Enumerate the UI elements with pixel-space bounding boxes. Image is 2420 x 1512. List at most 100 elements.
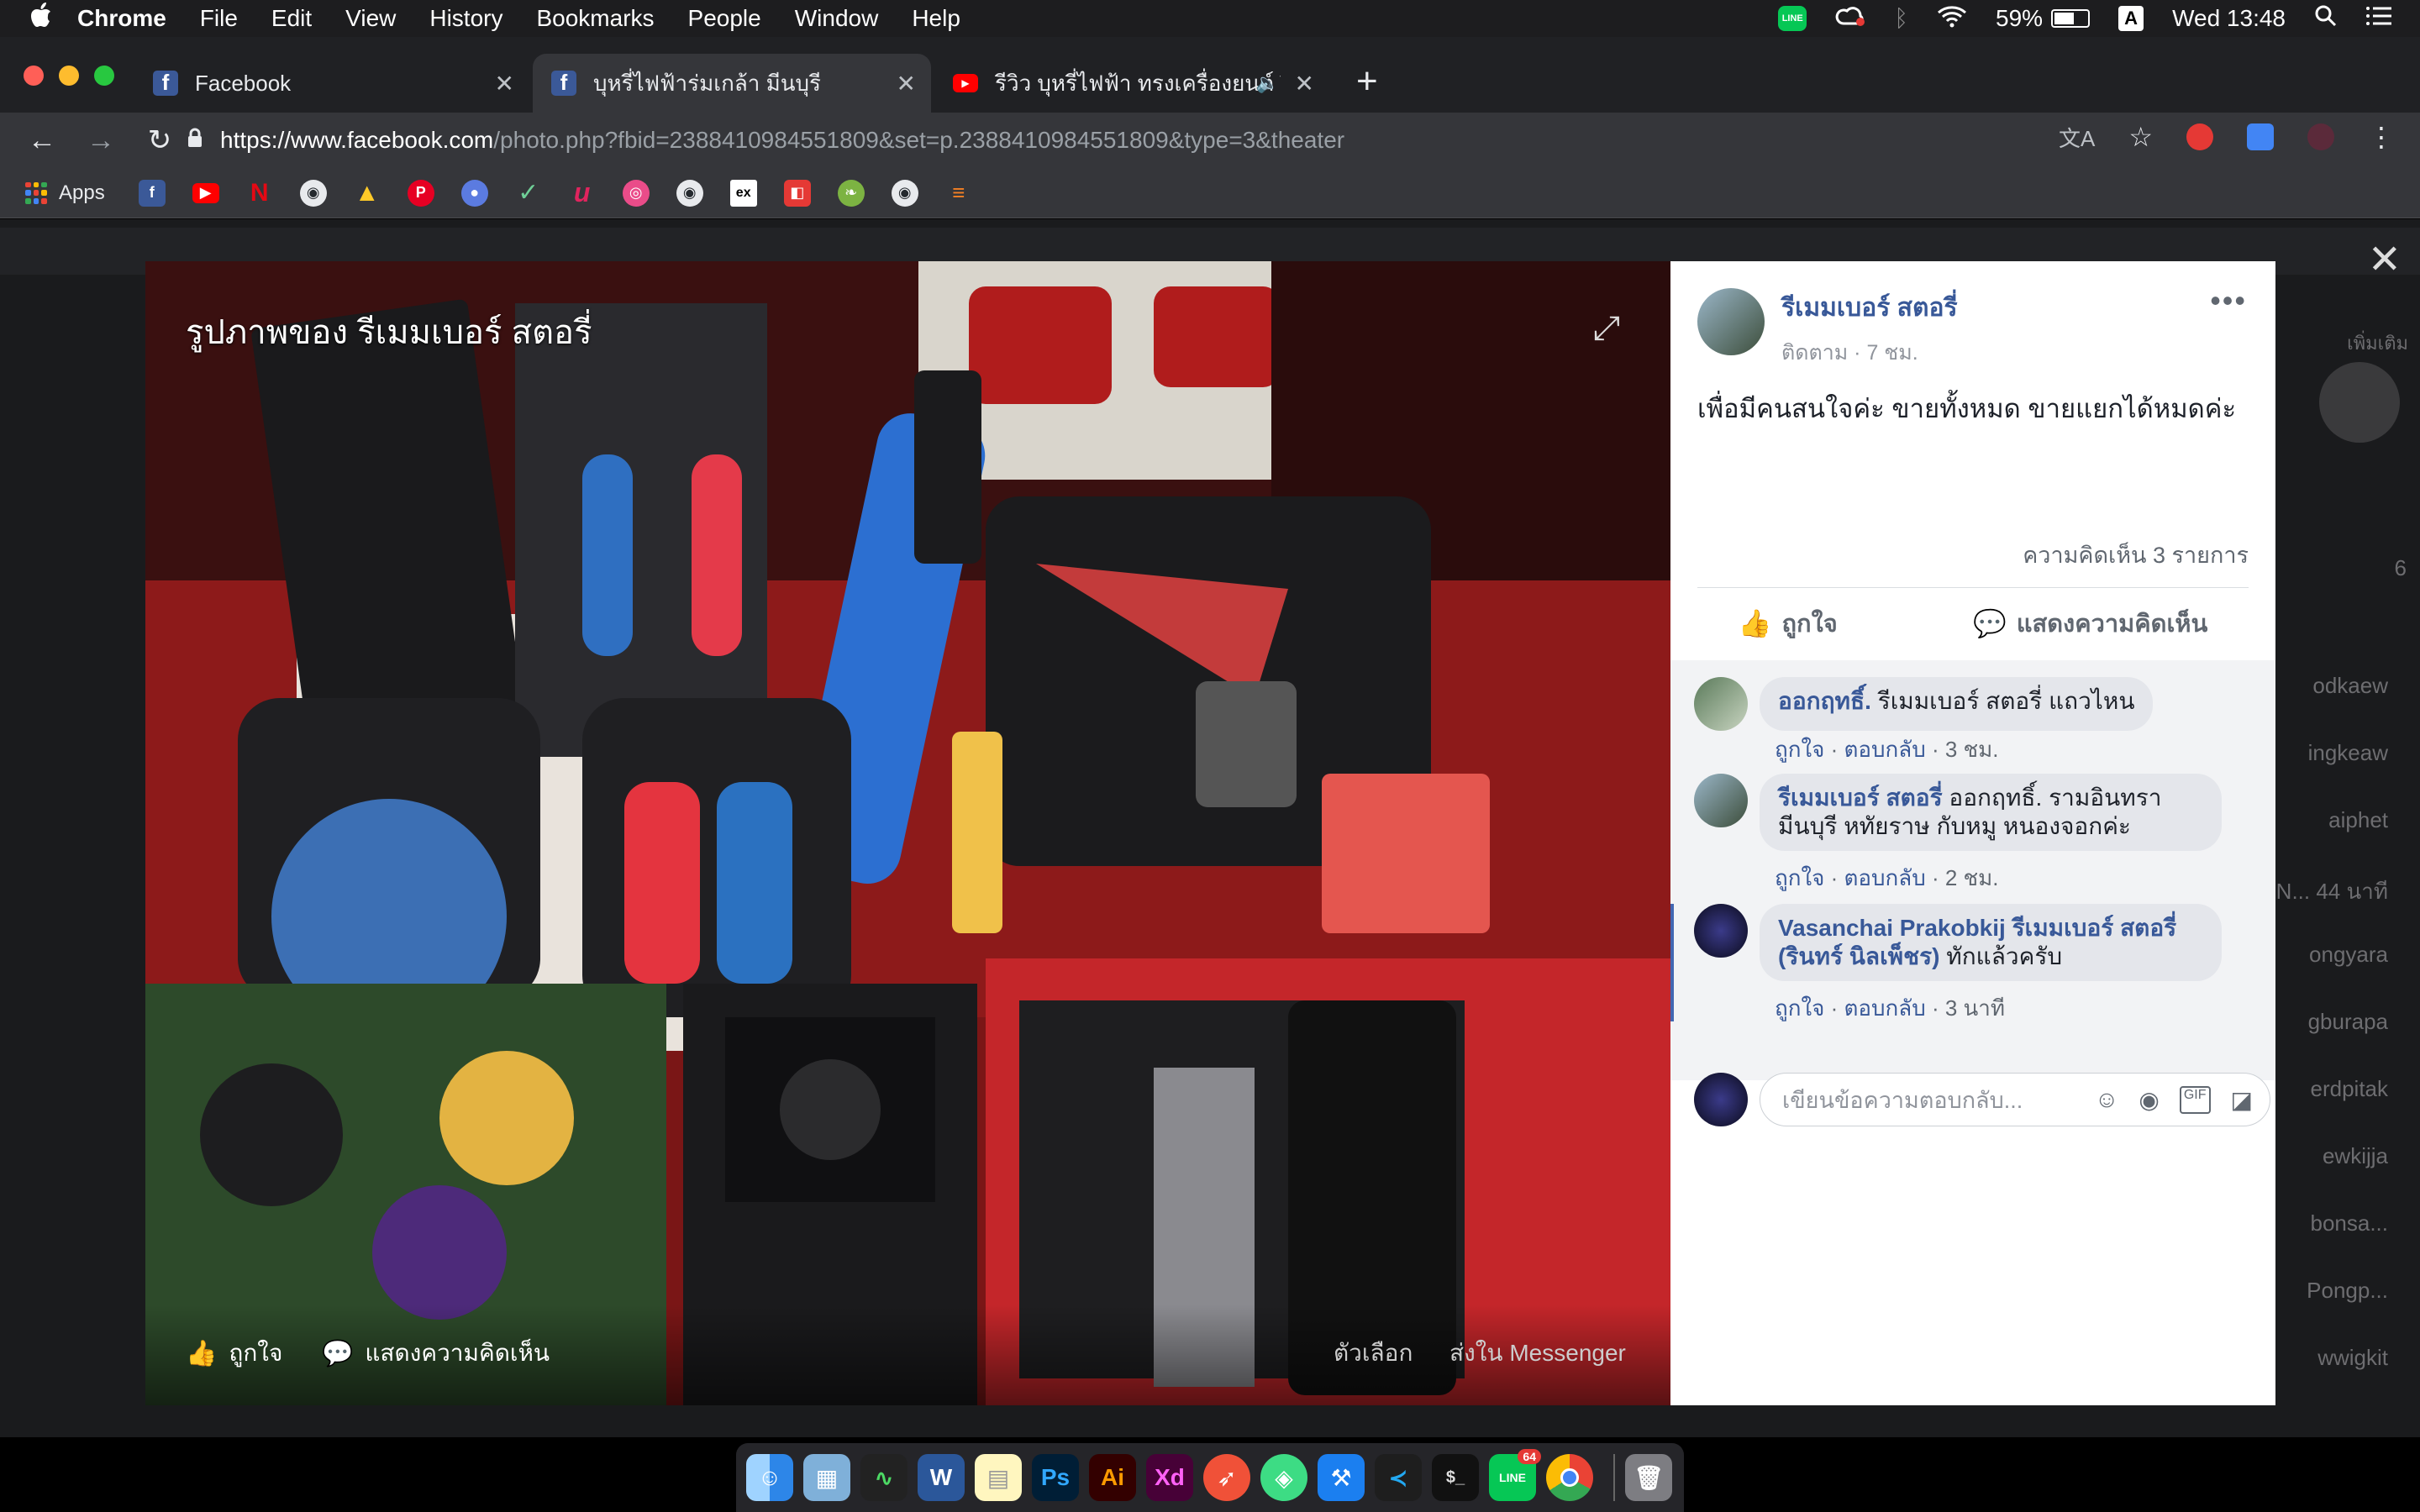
- comment-mention-tag[interactable]: (รินทร์ นิลเพ็ชร): [1778, 943, 1939, 969]
- commenter-name[interactable]: รีเมมเบอร์ สตอรี่: [1778, 785, 1943, 811]
- bookmark-netflix-icon[interactable]: N: [246, 179, 273, 207]
- contact-name[interactable]: bonsa...: [2310, 1210, 2388, 1236]
- bluetooth-icon[interactable]: ᛒ: [1894, 5, 1908, 32]
- bookmark-firebase-icon[interactable]: ▲: [354, 179, 381, 207]
- battery-icon[interactable]: [2051, 9, 2091, 28]
- comment-like-link[interactable]: ถูกใจ: [1775, 737, 1824, 762]
- input-source-icon[interactable]: A: [2118, 6, 2144, 31]
- commenter-name[interactable]: ออกฤทธิ์.: [1778, 688, 1871, 714]
- send-in-messenger-button[interactable]: ส่งใน Messenger: [1449, 1335, 1626, 1372]
- commenter-avatar[interactable]: [1694, 904, 1748, 958]
- minimize-window-button[interactable]: [59, 66, 79, 86]
- forward-arrow-icon[interactable]: →: [84, 124, 118, 157]
- back-arrow-icon[interactable]: ←: [25, 124, 59, 157]
- photo-like-button[interactable]: 👍 ถูกใจ: [186, 1335, 282, 1372]
- close-tab-icon[interactable]: ✕: [495, 70, 514, 97]
- bookmark-apps[interactable]: Apps: [25, 181, 105, 205]
- android-studio-icon[interactable]: ◈: [1260, 1454, 1307, 1501]
- comment-time[interactable]: 3 ชม.: [1945, 737, 1999, 762]
- contact-name[interactable]: erdpitak: [2311, 1076, 2389, 1102]
- contact-name[interactable]: ongyara: [2309, 942, 2388, 968]
- contact-name[interactable]: aiphet: [2328, 807, 2388, 833]
- close-tab-icon[interactable]: ✕: [897, 70, 916, 97]
- bookmark-stackoverflow-icon[interactable]: ≡: [945, 180, 972, 207]
- bookmark-github-icon[interactable]: ◉: [299, 179, 327, 207]
- comment-reply-link[interactable]: ตอบกลับ: [1844, 865, 1926, 890]
- bookmark-youtube-icon[interactable]: ▶: [192, 182, 219, 203]
- word-icon[interactable]: W: [918, 1454, 965, 1501]
- illustrator-icon[interactable]: Ai: [1089, 1454, 1136, 1501]
- commenter-name[interactable]: Vasanchai Prakobkij: [1778, 915, 2006, 941]
- contact-name[interactable]: Pongp...: [2307, 1278, 2388, 1304]
- bookmark-star-icon[interactable]: ☆: [2128, 121, 2153, 153]
- contact-name[interactable]: ewkijja: [2323, 1143, 2388, 1169]
- menu-view[interactable]: View: [345, 5, 396, 32]
- lock-icon[interactable]: [187, 128, 203, 154]
- extension-google-translate-icon[interactable]: [2247, 123, 2274, 150]
- bookmark-facebook-icon[interactable]: f: [138, 179, 166, 207]
- activity-monitor-icon[interactable]: ∿: [860, 1454, 908, 1501]
- bookmark-github-icon-2[interactable]: ◉: [676, 179, 703, 207]
- photoshop-icon[interactable]: Ps: [1032, 1454, 1079, 1501]
- tab-youtube-review[interactable]: ▶ รีวิว บุหรี่ไฟฟ้า ทรงเครื่องยนต์ V 🔈 ✕: [934, 54, 1329, 113]
- reload-icon[interactable]: ↻: [143, 123, 176, 157]
- line-status-icon[interactable]: LINE: [1778, 6, 1807, 31]
- contact-name[interactable]: gburapa: [2308, 1009, 2388, 1035]
- commenter-avatar[interactable]: [1694, 774, 1748, 827]
- menu-window[interactable]: Window: [795, 5, 879, 32]
- like-button[interactable]: 👍 ถูกใจ: [1739, 604, 1838, 643]
- trash-icon[interactable]: 🗑: [1625, 1454, 1672, 1501]
- xcode-icon[interactable]: ⚒: [1318, 1454, 1365, 1501]
- comment-count-link[interactable]: ความคิดเห็น 3 รายการ: [2023, 537, 2249, 573]
- translate-icon[interactable]: 文A: [2059, 122, 2095, 153]
- spotlight-search-icon[interactable]: [2314, 4, 2338, 34]
- contact-name[interactable]: odkaew: [2312, 673, 2388, 699]
- contact-name[interactable]: N... 44 นาที: [2276, 874, 2388, 909]
- xd-icon[interactable]: Xd: [1146, 1454, 1193, 1501]
- gif-icon[interactable]: GIF: [2179, 1085, 2211, 1114]
- preview-icon[interactable]: ▦: [803, 1454, 850, 1501]
- comment-time[interactable]: 3 นาที: [1945, 995, 2005, 1021]
- fullscreen-expand-icon[interactable]: ⤢: [1593, 310, 1620, 348]
- comment-time[interactable]: 2 ชม.: [1945, 865, 1999, 890]
- menu-file[interactable]: File: [200, 5, 238, 32]
- menu-help[interactable]: Help: [912, 5, 960, 32]
- photo-comment-button[interactable]: 💬 แสดงความคิดเห็น: [322, 1335, 550, 1372]
- notes-icon[interactable]: ▤: [975, 1454, 1022, 1501]
- comment-mention[interactable]: รีเมมเบอร์ สตอรี่: [2006, 915, 2177, 941]
- photo-title[interactable]: รูปภาพของ รีเมมเบอร์ สตอรี่: [186, 305, 592, 359]
- menu-edit[interactable]: Edit: [271, 5, 312, 32]
- comment-like-link[interactable]: ถูกใจ: [1775, 995, 1824, 1021]
- post-author-link[interactable]: รีเมมเบอร์ สตอรี่: [1781, 288, 1958, 328]
- photo-options-button[interactable]: ตัวเลือก: [1334, 1335, 1413, 1372]
- bookmark-notion-icon[interactable]: ◧: [783, 179, 811, 207]
- emoji-icon[interactable]: ☺: [2095, 1086, 2119, 1114]
- line-app-icon[interactable]: LINE 64: [1489, 1449, 1541, 1501]
- comment-reply-link[interactable]: ตอบกลับ: [1844, 737, 1926, 762]
- camera-icon[interactable]: ◉: [2139, 1086, 2159, 1114]
- menu-chrome[interactable]: Chrome: [77, 5, 166, 32]
- menu-history[interactable]: History: [429, 5, 502, 32]
- zoom-window-button[interactable]: [94, 66, 114, 86]
- bookmark-evernote-icon[interactable]: ❧: [837, 179, 865, 207]
- tab-vape-shop[interactable]: f บุหรี่ไฟฟ้าร่มเกล้า มีนบุรี ✕: [533, 54, 931, 113]
- vscode-icon[interactable]: ≺: [1375, 1454, 1422, 1501]
- comment-reply-link[interactable]: ตอบกลับ: [1844, 995, 1926, 1021]
- post-subtitle[interactable]: ติดตาม · 7 ชม.: [1781, 336, 1958, 370]
- bookmark-upwork-icon[interactable]: u: [569, 177, 596, 207]
- chrome-menu-icon[interactable]: ⋮: [2368, 121, 2395, 153]
- clock[interactable]: Wed 13:48: [2172, 5, 2286, 32]
- close-window-button[interactable]: [24, 66, 44, 86]
- bookmark-reddit-icon[interactable]: ●: [460, 179, 488, 207]
- audio-playing-icon[interactable]: 🔈: [1256, 72, 1279, 94]
- more-options-icon[interactable]: •••: [2210, 283, 2247, 318]
- bookmark-github-icon-3[interactable]: ◉: [891, 179, 918, 207]
- finder-icon[interactable]: ☺: [746, 1454, 793, 1501]
- contact-name[interactable]: ingkeaw: [2308, 740, 2388, 766]
- comment-button[interactable]: 💬 แสดงความคิดเห็น: [1973, 604, 2207, 643]
- chrome-icon[interactable]: [1546, 1454, 1593, 1501]
- address-bar[interactable]: https://www.facebook.com /photo.php?fbid…: [187, 118, 2203, 163]
- contact-name[interactable]: wwigkit: [2317, 1345, 2388, 1371]
- notification-center-icon[interactable]: [2366, 5, 2391, 32]
- extension-adblock-icon[interactable]: [2186, 123, 2213, 150]
